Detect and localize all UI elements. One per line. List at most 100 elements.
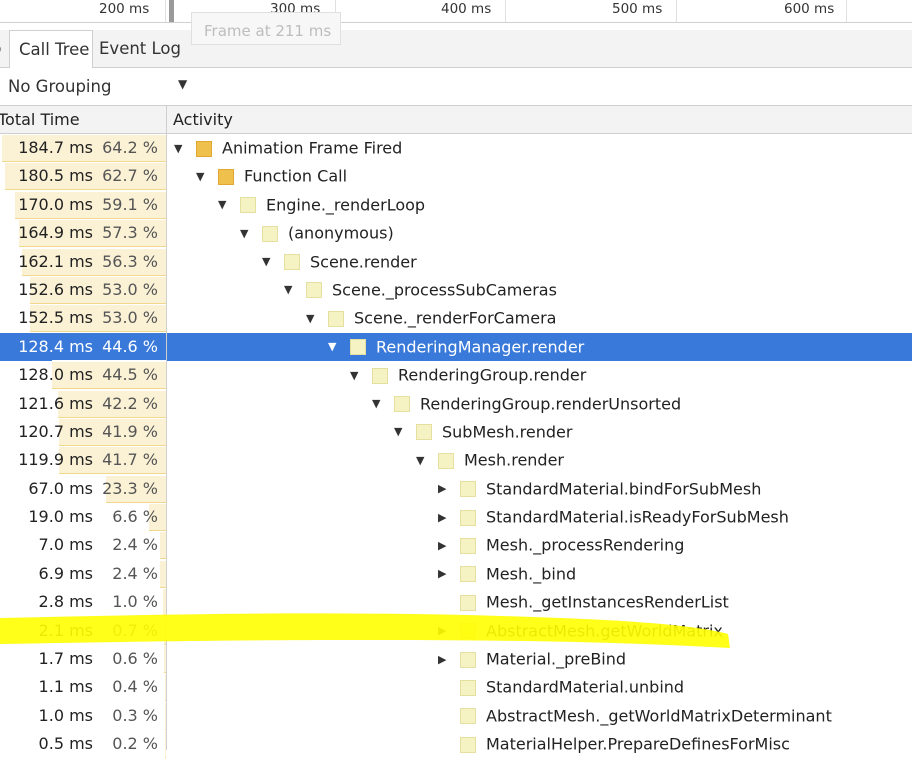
table-row[interactable]: 0.5 ms 0.2 % MaterialHelper.PrepareDefines… [0,730,912,759]
activity-cell: ▼ SubMesh.render [394,418,572,446]
activity-name: AbstractMesh._getWorldMatrixDeterminant [486,706,832,726]
table-row[interactable]: 7.0 ms 2.4 % ▶ Mesh._processRendering [0,531,912,560]
total-time-ms: 152.6 ms [18,279,93,299]
collapsed-triangle-icon[interactable]: ▶ [438,617,452,645]
timeline-selection-marker[interactable] [169,0,174,22]
table-row[interactable]: 2.8 ms 1.0 % Mesh._getInstancesRenderList [0,588,912,617]
total-time-percent: 0.3 % [112,705,158,725]
total-time-percent: 23.3 % [102,478,158,498]
table-row[interactable]: 1.1 ms 0.4 % StandardMaterial.unbind [0,673,912,702]
collapsed-triangle-icon[interactable]: ▶ [438,560,452,588]
total-time-percent: 53.0 % [102,308,158,328]
tab-call-tree[interactable]: Call Tree [9,30,93,68]
collapsed-triangle-icon[interactable]: ▶ [438,646,452,674]
collapsed-triangle-icon[interactable]: ▶ [438,504,452,532]
activity-cell: ▶ StandardMaterial.isReadyForSubMesh [438,503,789,531]
total-time-percent: 0.4 % [112,677,158,697]
expand-triangle-icon[interactable]: ▼ [174,135,188,163]
activity-cell: ▶ Mesh._processRendering [438,531,684,559]
activity-name: StandardMaterial.unbind [486,677,685,697]
collapsed-triangle-icon[interactable]: ▶ [438,475,452,503]
table-row[interactable]: 1.7 ms 0.6 % ▶ Material._preBind [0,645,912,674]
timeline-ruler[interactable]: 200 ms 300 ms 400 ms 500 ms 600 ms [0,0,912,23]
expand-triangle-icon[interactable]: ▼ [196,163,210,191]
total-time-percent: 41.7 % [102,450,158,470]
table-row[interactable]: 19.0 ms 6.6 % ▶ StandardMaterial.isReadyFor… [0,503,912,532]
table-row[interactable]: 180.5 ms 62.7 % ▼ Function Call [0,162,912,191]
tab-event-log[interactable]: Event Log [99,30,189,67]
table-row[interactable]: 152.6 ms 53.0 % ▼ Scene._processSubCameras [0,276,912,304]
total-time-ms: 164.9 ms [18,223,93,243]
activity-name: StandardMaterial.bindForSubMesh [486,479,762,499]
collapsed-triangle-icon[interactable]: ▶ [438,532,452,560]
table-row[interactable]: 6.9 ms 2.4 % ▶ Mesh._bind [0,560,912,588]
ruler-tick-line [165,0,166,22]
category-color-swatch-icon [460,708,476,725]
column-header-activity[interactable]: Activity [173,106,233,134]
ruler-tick-label: 400 ms [441,1,492,17]
total-time-ms: 0.5 ms [38,734,93,754]
table-row[interactable]: 121.6 ms 42.2 % ▼ RenderingGroup.renderUnso… [0,390,912,418]
total-time-ms: 19.0 ms [28,507,93,527]
ruler-tick-line [846,0,847,22]
activity-name: StandardMaterial.isReadyForSubMesh [486,507,789,527]
table-row[interactable]: 119.9 ms 41.7 % ▼ Mesh.render [0,446,912,475]
category-color-swatch-icon [240,197,256,214]
activity-cell: ▶ AbstractMesh.getWorldMatrix [438,617,723,645]
total-time-ms: 67.0 ms [28,478,93,498]
table-row[interactable]: 184.7 ms 64.2 % ▼ Animation Frame Fired [0,134,912,162]
table-row[interactable]: 120.7 ms 41.9 % ▼ SubMesh.render [0,418,912,446]
dropdown-arrow-icon[interactable]: ▼ [178,77,187,91]
total-time-ms: 120.7 ms [18,421,93,441]
expand-triangle-icon[interactable]: ▼ [350,362,364,390]
table-row[interactable]: 128.4 ms 44.6 % ▼ RenderingManager.render [0,332,912,362]
frame-tooltip: Frame at 211 ms [191,12,341,45]
category-color-swatch-icon [394,396,410,413]
category-color-swatch-icon [460,481,476,498]
expand-triangle-icon[interactable]: ▼ [416,447,430,475]
total-time-percent: 1.0 % [112,592,158,612]
column-divider[interactable] [166,106,167,750]
grouping-select[interactable]: No Grouping [8,68,111,105]
activity-name: Scene._renderForCamera [354,308,557,328]
category-color-swatch-icon [306,282,322,299]
total-time-percent: 6.6 % [112,507,158,527]
total-time-percent: 0.2 % [112,734,158,754]
table-row[interactable]: 170.0 ms 59.1 % ▼ Engine._renderLoop [0,191,912,219]
total-time-percent: 0.6 % [112,649,158,669]
ruler-tick-label: 500 ms [612,1,663,17]
activity-name: (anonymous) [288,223,394,243]
activity-cell: ▼ Animation Frame Fired [174,134,402,162]
expand-triangle-icon[interactable]: ▼ [394,418,408,446]
total-time-percent: 0.7 % [112,620,158,640]
activity-cell: ▼ (anonymous) [240,219,394,247]
expand-triangle-icon[interactable]: ▼ [262,248,276,276]
category-color-swatch-icon [328,310,344,327]
table-row[interactable]: 162.1 ms 56.3 % ▼ Scene.render [0,248,912,276]
expand-triangle-icon[interactable]: ▼ [372,390,386,418]
expand-triangle-icon[interactable]: ▼ [218,191,232,219]
call-tree-rows: 184.7 ms 64.2 % ▼ Animation Frame Fired 180.… [0,134,912,759]
total-time-ms: 184.7 ms [18,138,93,157]
category-color-swatch-icon [372,367,388,384]
category-color-swatch-icon [350,339,366,356]
expand-triangle-icon[interactable]: ▼ [328,333,342,361]
table-row[interactable]: 164.9 ms 57.3 % ▼ (anonymous) [0,219,912,248]
table-row[interactable]: 152.5 ms 53.0 % ▼ Scene._renderForCamera [0,304,912,333]
table-row[interactable]: 1.0 ms 0.3 % AbstractMesh._getWorldMatrixD… [0,702,912,730]
expand-triangle-icon[interactable]: ▼ [284,276,298,304]
table-row[interactable]: 128.0 ms 44.5 % ▼ RenderingGroup.render [0,361,912,390]
tab-bottom-up[interactable]: p [0,30,8,67]
activity-name: Material._preBind [486,649,627,669]
column-header-total-time[interactable]: Total Time [0,106,80,134]
total-time-percent: 59.1 % [102,194,158,214]
expand-triangle-icon[interactable]: ▼ [306,305,320,333]
total-time-percent: 44.5 % [102,365,158,385]
total-time-ms: 121.6 ms [18,393,93,413]
expand-triangle-icon[interactable]: ▼ [240,220,254,248]
total-time-ms: 2.8 ms [38,592,93,612]
table-row[interactable]: 67.0 ms 23.3 % ▶ StandardMaterial.bindForSu… [0,475,912,503]
table-row[interactable]: 2.1 ms 0.7 % ▶ AbstractMesh.getWorldMatrix [0,617,912,645]
activity-name: RenderingGroup.renderUnsorted [420,394,682,414]
activity-cell: ▼ Scene.render [262,248,417,276]
